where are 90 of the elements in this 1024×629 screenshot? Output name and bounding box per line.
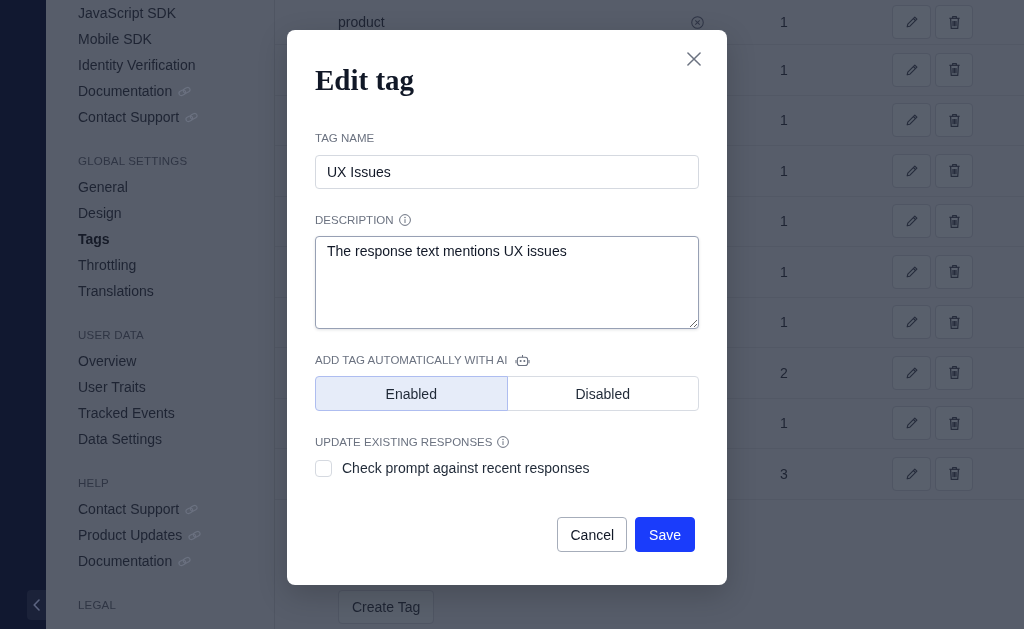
- edit-button[interactable]: [892, 355, 931, 390]
- table-cell: 1: [780, 61, 788, 78]
- pencil-icon: [904, 15, 919, 29]
- edit-button[interactable]: [892, 204, 931, 239]
- trash-icon: [947, 314, 961, 330]
- trash-icon: [947, 112, 961, 128]
- sidebar-link[interactable]: Contact Support: [78, 500, 200, 518]
- edit-button[interactable]: [892, 406, 931, 441]
- delete-button[interactable]: [935, 52, 973, 87]
- pencil-icon: [904, 264, 919, 279]
- sidebar-link[interactable]: Data Settings: [78, 430, 163, 448]
- edit-button[interactable]: [892, 254, 931, 289]
- table-cell: 2: [780, 364, 788, 381]
- cancel-button[interactable]: Cancel: [557, 517, 628, 552]
- pencil-icon: [904, 163, 919, 178]
- table-cell: 1: [780, 314, 788, 331]
- robot-icon: [515, 353, 531, 367]
- trash-icon: [947, 365, 961, 381]
- pencil-icon: [904, 62, 919, 77]
- table-cell: product: [338, 14, 385, 30]
- trash-icon: [947, 466, 961, 482]
- trash-icon: [947, 163, 961, 179]
- sidebar-link[interactable]: Overview: [78, 352, 137, 370]
- sidebar-link[interactable]: Tracked Events: [78, 404, 175, 422]
- sidebar-link[interactable]: Identity Verification: [78, 56, 196, 74]
- edit-button[interactable]: [892, 456, 931, 491]
- edit-button[interactable]: [892, 52, 931, 87]
- pencil-icon: [904, 113, 919, 128]
- delete-button[interactable]: [935, 204, 973, 239]
- table-cell: 3: [780, 465, 788, 482]
- close-icon: [687, 52, 701, 66]
- sidebar-link[interactable]: Tags: [78, 230, 110, 248]
- trash-icon: [947, 62, 961, 78]
- trash-icon: [947, 14, 961, 30]
- pencil-icon: [904, 365, 919, 380]
- pencil-icon: [904, 214, 919, 229]
- pencil-icon: [904, 416, 919, 431]
- edit-button[interactable]: [892, 305, 931, 340]
- sidebar-link[interactable]: Documentation: [78, 82, 193, 100]
- info-icon: [398, 214, 411, 226]
- trash-icon: [947, 213, 961, 229]
- edit-button[interactable]: [892, 103, 931, 138]
- segmented-option[interactable]: Enabled: [315, 376, 508, 411]
- delete-button[interactable]: [935, 254, 973, 289]
- sidebar-link[interactable]: General: [78, 178, 128, 196]
- table-cell: 1: [780, 415, 788, 432]
- field-label: UPDATE EXISTING RESPONSES: [315, 435, 493, 449]
- field-label: ADD TAG AUTOMATICALLY WITH AI: [315, 353, 508, 367]
- checkbox-label: Check prompt against recent responses: [342, 460, 590, 476]
- checkbox[interactable]: [315, 459, 332, 477]
- sidebar-link[interactable]: Product Updates: [78, 526, 203, 544]
- pencil-icon: [904, 315, 919, 330]
- circle-x-icon: [691, 15, 704, 29]
- sidebar-link[interactable]: Contact Support: [78, 108, 200, 126]
- sidebar-link[interactable]: Design: [78, 204, 122, 222]
- edit-button[interactable]: [892, 5, 931, 39]
- sidebar-link[interactable]: User Traits: [78, 378, 146, 396]
- sidebar-link[interactable]: Translations: [78, 282, 154, 300]
- delete-button[interactable]: [935, 153, 973, 188]
- close-button[interactable]: [687, 52, 701, 66]
- segmented-option[interactable]: Disabled: [506, 376, 699, 411]
- delete-button[interactable]: [935, 5, 973, 39]
- delete-button[interactable]: [935, 103, 973, 138]
- field-label: TAG NAME: [315, 131, 375, 145]
- table-cell: 1: [780, 213, 788, 230]
- description-textarea[interactable]: The response text mentions UX issues: [315, 236, 699, 329]
- create-tag-button[interactable]: Create Tag: [338, 590, 435, 624]
- edit-button[interactable]: [892, 153, 931, 188]
- chevron-left-icon: [33, 599, 40, 611]
- delete-button[interactable]: [935, 456, 973, 491]
- trash-icon: [947, 264, 961, 280]
- sidebar-link[interactable]: Mobile SDK: [78, 30, 152, 48]
- table-cell: 1: [780, 162, 788, 179]
- delete-button[interactable]: [935, 355, 973, 390]
- table-cell: 1: [780, 112, 788, 129]
- info-icon: [497, 436, 510, 448]
- delete-button[interactable]: [935, 305, 973, 340]
- save-button[interactable]: Save: [635, 517, 695, 552]
- field-label: DESCRIPTION: [315, 213, 394, 227]
- collapse-sidebar-button[interactable]: [27, 590, 46, 620]
- dialog-title: Edit tag: [315, 63, 415, 97]
- table-cell: 1: [780, 14, 788, 30]
- sidebar-link[interactable]: Documentation: [78, 552, 193, 570]
- pencil-icon: [904, 466, 919, 481]
- table-cell: 1: [780, 263, 788, 280]
- sidebar-link[interactable]: Throttling: [78, 256, 137, 274]
- sidebar-link[interactable]: JavaScript SDK: [78, 4, 177, 22]
- delete-button[interactable]: [935, 406, 973, 441]
- trash-icon: [947, 415, 961, 431]
- tag-name-input[interactable]: UX Issues: [315, 155, 699, 189]
